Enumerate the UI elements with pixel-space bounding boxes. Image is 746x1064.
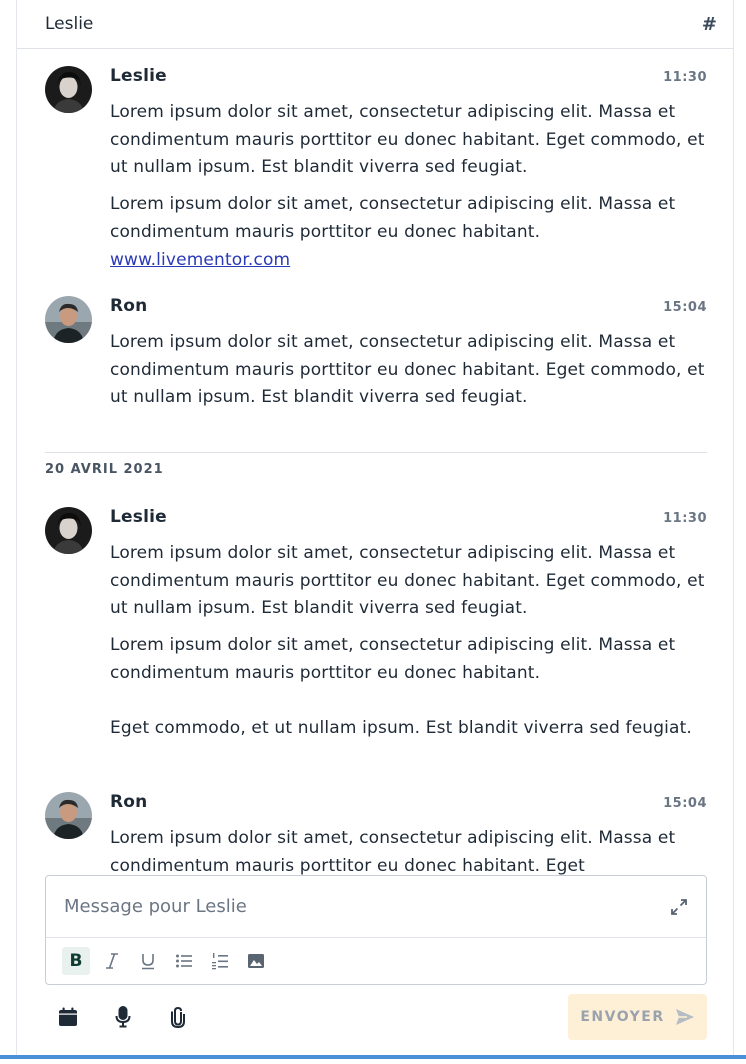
message-author: Leslie (110, 66, 167, 86)
message-body: Leslie 11:30 Lorem ipsum dolor sit amet,… (110, 507, 707, 742)
message-author: Leslie (110, 507, 167, 527)
message-text: Lorem ipsum dolor sit amet, consectetur … (110, 102, 705, 178)
calendar-icon[interactable] (45, 994, 91, 1040)
message-text-content: Lorem ipsum dolor sit amet, consectetur … (110, 194, 676, 242)
message-time: 11:30 (663, 70, 707, 85)
date-divider (45, 452, 707, 453)
bottom-accent-bar (0, 1055, 746, 1059)
date-separator: 20 AVRIL 2021 (45, 462, 164, 477)
message-text: Eget commodo, et ut nullam ipsum. Est bl… (110, 717, 692, 738)
send-button-label: ENVOYER (580, 1009, 665, 1025)
underline-icon[interactable] (134, 947, 162, 975)
chat-title: Leslie (45, 14, 94, 34)
message-composer: B (45, 875, 707, 985)
hash-icon[interactable]: # (702, 14, 717, 35)
avatar-leslie[interactable] (45, 507, 92, 554)
message-link[interactable]: www.livementor.com (110, 250, 290, 270)
message-author: Ron (110, 792, 148, 812)
microphone-icon[interactable] (100, 994, 146, 1040)
message-text: Lorem ipsum dolor sit amet, consectetur … (110, 828, 676, 876)
message-time: 15:04 (663, 300, 707, 315)
message-text: Lorem ipsum dolor sit amet, consectetur … (110, 191, 707, 274)
message-text: Lorem ipsum dolor sit amet, consectetur … (110, 332, 705, 408)
message-time: 11:30 (663, 511, 707, 526)
composer-input-row (46, 876, 706, 938)
avatar-ron[interactable] (45, 296, 92, 343)
message-author: Ron (110, 296, 148, 316)
chat-panel: Leslie # Leslie 11:30 Lorem ipsum dolor … (16, 0, 734, 1056)
message-input[interactable] (64, 896, 624, 917)
avatar-ron[interactable] (45, 792, 92, 839)
message-text: Lorem ipsum dolor sit amet, consectetur … (110, 635, 676, 683)
expand-icon[interactable] (670, 898, 688, 916)
message-text: Lorem ipsum dolor sit amet, consectetur … (110, 543, 705, 619)
composer-actions: ENVOYER (45, 994, 707, 1040)
message-list[interactable]: Leslie 11:30 Lorem ipsum dolor sit amet,… (17, 50, 733, 876)
bullet-list-icon[interactable] (170, 947, 198, 975)
formatting-toolbar: B (46, 938, 706, 984)
message-body: Leslie 11:30 Lorem ipsum dolor sit amet,… (110, 66, 707, 274)
image-icon[interactable] (242, 947, 270, 975)
attachment-icon[interactable] (155, 994, 201, 1040)
bold-icon[interactable]: B (62, 947, 90, 975)
chat-header: Leslie # (17, 0, 733, 49)
message-body: Ron 15:04 Lorem ipsum dolor sit amet, co… (110, 296, 707, 412)
send-icon (675, 1009, 694, 1025)
send-button[interactable]: ENVOYER (568, 994, 707, 1040)
italic-icon[interactable] (98, 947, 126, 975)
avatar-leslie[interactable] (45, 66, 92, 113)
message-body: Ron 15:04 Lorem ipsum dolor sit amet, co… (110, 792, 707, 876)
message-time: 15:04 (663, 796, 707, 811)
numbered-list-icon[interactable] (206, 947, 234, 975)
